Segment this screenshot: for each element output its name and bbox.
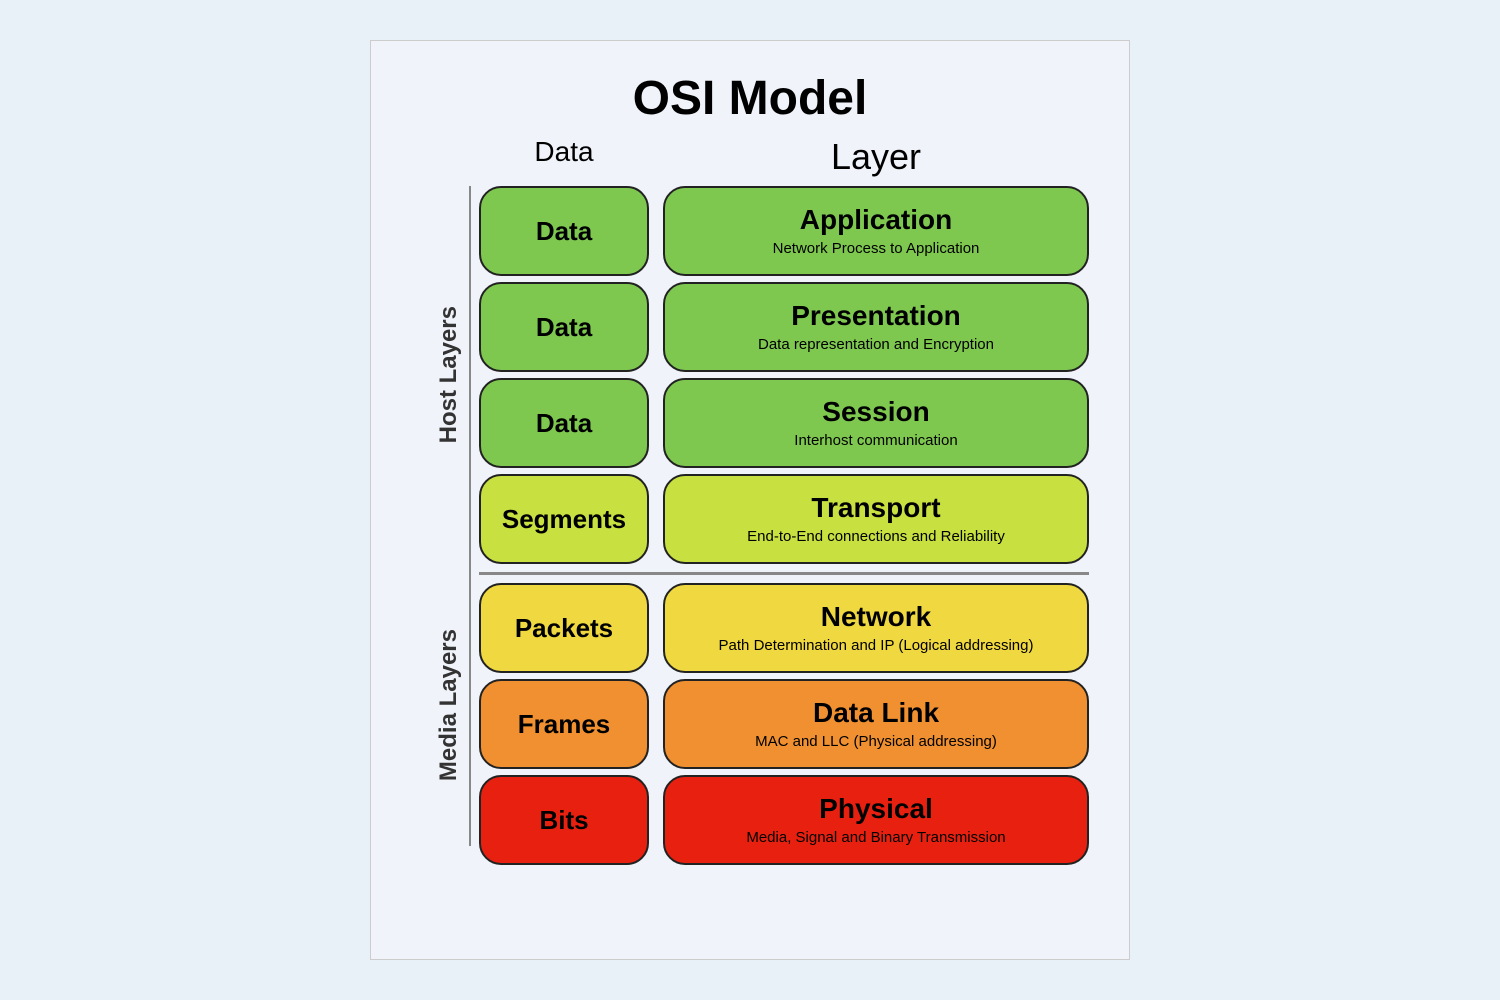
osi-row-layer-7: DataApplicationNetwork Process to Applic… [479,186,1089,276]
diagram: Host Layers Media Layers DataApplication… [411,186,1089,865]
data-cell-layer-5: Data [479,378,649,468]
rows-container: DataApplicationNetwork Process to Applic… [479,186,1089,865]
layer-cell-layer-5: SessionInterhost communication [663,378,1089,468]
osi-diagram: OSI Model Data Layer Host Layers Media L… [370,40,1130,960]
main-title: OSI Model [411,71,1089,126]
layer-cell-layer-2: Data LinkMAC and LLC (Physical addressin… [663,679,1089,769]
layer-desc-1: Media, Signal and Binary Transmission [746,828,1005,848]
layer-name-5: Session [822,395,929,429]
layer-cell-layer-7: ApplicationNetwork Process to Applicatio… [663,186,1089,276]
layer-desc-3: Path Determination and IP (Logical addre… [719,636,1034,656]
media-label-text: Media Layers [435,629,463,781]
host-label-text: Host Layers [435,306,463,443]
osi-row-layer-6: DataPresentationData representation and … [479,282,1089,372]
media-layers-label: Media Layers [411,564,471,846]
layer-desc-6: Data representation and Encryption [758,335,994,355]
layer-cell-layer-4: TransportEnd-to-End connections and Reli… [663,474,1089,564]
osi-row-layer-5: DataSessionInterhost communication [479,378,1089,468]
osi-row-layer-3: PacketsNetworkPath Determination and IP … [479,583,1089,673]
layer-name-2: Data Link [813,696,939,730]
layer-desc-4: End-to-End connections and Reliability [747,527,1005,547]
layer-cell-layer-6: PresentationData representation and Encr… [663,282,1089,372]
data-cell-layer-1: Bits [479,775,649,865]
osi-row-layer-2: FramesData LinkMAC and LLC (Physical add… [479,679,1089,769]
layer-cell-layer-1: PhysicalMedia, Signal and Binary Transmi… [663,775,1089,865]
data-cell-layer-7: Data [479,186,649,276]
layer-name-7: Application [800,203,952,237]
layer-desc-5: Interhost communication [794,431,957,451]
layer-desc-2: MAC and LLC (Physical addressing) [755,732,997,752]
data-cell-layer-3: Packets [479,583,649,673]
layer-name-1: Physical [819,792,933,826]
col-header-data: Data [479,136,649,178]
osi-row-layer-1: BitsPhysicalMedia, Signal and Binary Tra… [479,775,1089,865]
osi-row-layer-4: SegmentsTransportEnd-to-End connections … [479,474,1089,564]
layer-cell-layer-3: NetworkPath Determination and IP (Logica… [663,583,1089,673]
layer-name-4: Transport [811,491,940,525]
data-cell-layer-6: Data [479,282,649,372]
data-cell-layer-4: Segments [479,474,649,564]
host-layers-label: Host Layers [411,186,471,564]
layer-name-3: Network [821,600,931,634]
layer-name-6: Presentation [791,299,961,333]
data-cell-layer-2: Frames [479,679,649,769]
layer-desc-7: Network Process to Application [773,239,980,259]
col-header-layer: Layer [663,136,1089,178]
